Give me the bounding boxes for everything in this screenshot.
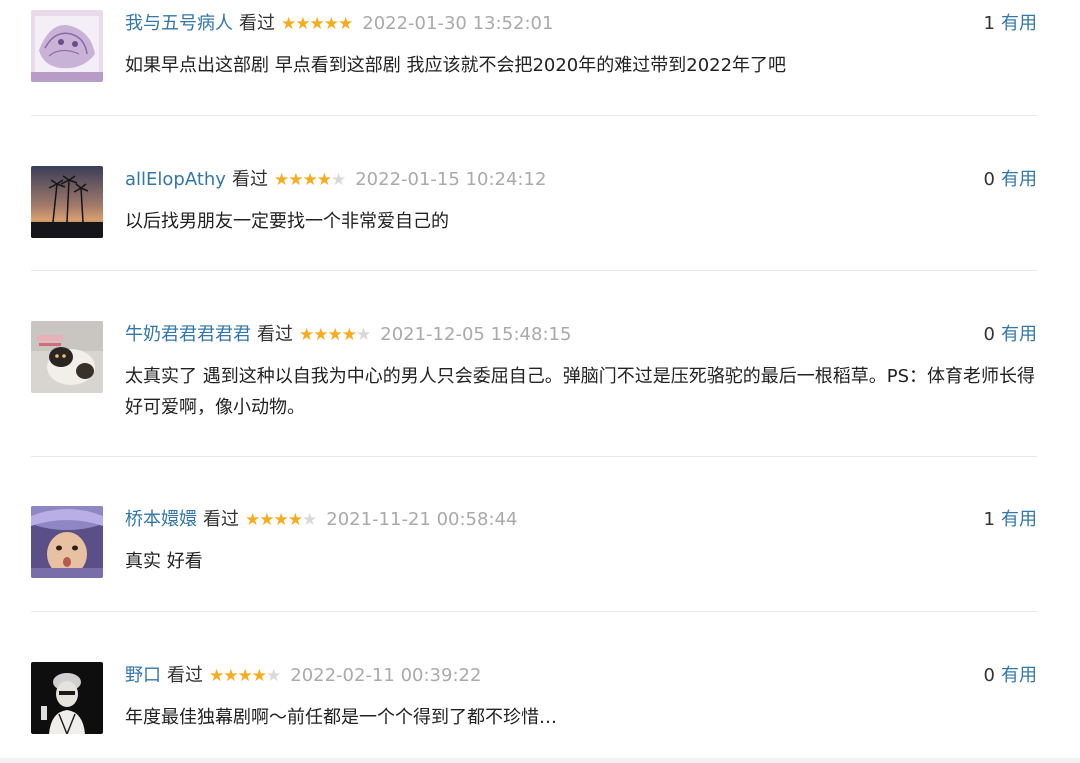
comment-time: 2022-01-30 13:52:01 — [362, 13, 554, 34]
vote-area: 0 有用 — [984, 662, 1037, 690]
vote-count: 0 — [983, 665, 995, 686]
star-filled-icon: ★ — [237, 666, 253, 686]
sketch-avatar-icon[interactable] — [31, 10, 103, 82]
star-filled-icon: ★ — [302, 170, 317, 190]
comment-time: 2021-12-05 15:48:15 — [380, 324, 572, 345]
star-filled-icon: ★ — [273, 170, 289, 190]
star-filled-icon: ★ — [338, 14, 353, 34]
vote-area: 1 有用 — [984, 10, 1037, 38]
star-filled-icon: ★ — [313, 325, 328, 345]
comment-text: 年度最佳独幕剧啊～前任都是一个个得到了都不珍惜… — [125, 707, 557, 728]
username-link[interactable]: 我与五号病人 — [125, 13, 233, 34]
comment-header: 桥本嬛嬛 看过 ★★★★★ 2021-11-21 00:58:44 — [125, 506, 517, 534]
comment-time: 2021-11-21 00:58:44 — [326, 509, 518, 530]
star-empty-icon: ★ — [356, 325, 371, 345]
star-filled-icon: ★ — [259, 510, 274, 530]
username-link[interactable]: allElopAthy — [125, 169, 226, 190]
star-filled-icon: ★ — [245, 510, 260, 530]
comment-header: 野口 看过 ★★★★★ 2022-02-11 00:39:22 — [125, 662, 481, 690]
star-filled-icon: ★ — [316, 170, 332, 190]
star-empty-icon: ★ — [302, 510, 317, 530]
comment-header: allElopAthy 看过 ★★★★★ 2022-01-15 10:24:12 — [125, 166, 546, 194]
vote-count: 1 — [983, 509, 995, 530]
star-filled-icon: ★ — [273, 510, 289, 530]
comment-text: 真实 好看 — [125, 551, 203, 572]
vote-area: 0 有用 — [984, 166, 1037, 194]
useful-button[interactable]: 有用 — [1001, 169, 1037, 190]
star-filled-icon: ★ — [209, 666, 224, 686]
divider — [31, 611, 1037, 612]
watch-status: 看过 — [167, 665, 203, 686]
username-link[interactable]: 牛奶君君君君君 — [125, 324, 251, 345]
rating-stars: ★★★★★ — [281, 14, 353, 34]
bottom-edge — [0, 758, 1080, 763]
useful-button[interactable]: 有用 — [1001, 324, 1037, 345]
comment-item: 桥本嬛嬛 看过 ★★★★★ 2021-11-21 00:58:44 1 有用 真实 好看 — [31, 506, 1037, 578]
comment-header: 我与五号病人 看过 ★★★★★ 2022-01-30 13:52:01 — [125, 10, 553, 38]
rating-stars: ★★★★★ — [209, 666, 281, 686]
comment-item: 野口 看过 ★★★★★ 2022-02-11 00:39:22 0 有用 年度最佳独幕剧… — [31, 662, 1037, 734]
vote-count: 1 — [983, 13, 995, 34]
comment-item: allElopAthy 看过 ★★★★★ 2022-01-15 10:24:12 0有… — [31, 166, 1037, 238]
rating-stars: ★★★★★ — [299, 325, 371, 345]
vote-count: 0 — [983, 169, 995, 190]
palm-sunset-avatar-icon[interactable] — [31, 166, 103, 238]
rating-stars: ★★★★★ — [245, 510, 317, 530]
useful-button[interactable]: 有用 — [1001, 509, 1037, 530]
star-filled-icon: ★ — [323, 14, 339, 34]
comment-item: 我与五号病人 看过 ★★★★★ 2022-01-30 13:52:01 1 有用 如果早… — [31, 10, 1037, 82]
comment-list: 我与五号病人 看过 ★★★★★ 2022-01-30 13:52:01 1 有用 如果早… — [0, 0, 1080, 763]
star-empty-icon: ★ — [266, 666, 281, 686]
watch-status: 看过 — [257, 324, 293, 345]
star-filled-icon: ★ — [327, 325, 343, 345]
useful-button[interactable]: 有用 — [1001, 13, 1037, 34]
comment-time: 2022-02-11 00:39:22 — [290, 665, 482, 686]
star-filled-icon: ★ — [223, 666, 238, 686]
comment-text: 太真实了 遇到这种以自我为中心的男人只会委屈自己。弹脑门不过是压死骆驼的最后一根… — [125, 366, 1035, 418]
vote-area: 0 有用 — [984, 321, 1037, 349]
divider — [31, 456, 1037, 457]
star-filled-icon: ★ — [281, 14, 296, 34]
comment-text: 如果早点出这部剧 早点看到这部剧 我应该就不会把2020年的难过带到2022年了… — [125, 55, 787, 76]
divider — [31, 270, 1037, 271]
watch-status: 看过 — [239, 13, 275, 34]
cat-avatar-icon[interactable] — [31, 321, 103, 393]
comment-text: 以后找男朋友一定要找一个非常爱自己的 — [125, 211, 449, 232]
face-avatar-icon[interactable] — [31, 506, 103, 578]
rating-stars: ★★★★★ — [273, 170, 346, 190]
divider — [31, 115, 1037, 116]
star-filled-icon: ★ — [341, 325, 357, 345]
star-filled-icon: ★ — [309, 14, 325, 34]
vote-count: 0 — [983, 324, 995, 345]
username-link[interactable]: 野口 — [125, 665, 161, 686]
performer-avatar-icon[interactable] — [31, 662, 103, 734]
comment-time: 2022-01-15 10:24:12 — [355, 169, 547, 190]
useful-button[interactable]: 有用 — [1001, 665, 1037, 686]
star-filled-icon: ★ — [295, 14, 310, 34]
watch-status: 看过 — [203, 509, 239, 530]
watch-status: 看过 — [231, 169, 268, 190]
vote-area: 1 有用 — [984, 506, 1037, 534]
star-filled-icon: ★ — [287, 510, 303, 530]
star-filled-icon: ★ — [299, 325, 314, 345]
comment-item: 牛奶君君君君君 看过 ★★★★★ 2021-12-05 15:48:15 0 有用 太真… — [31, 321, 1037, 431]
username-link[interactable]: 桥本嬛嬛 — [125, 509, 197, 530]
star-filled-icon: ★ — [251, 666, 267, 686]
comment-header: 牛奶君君君君君 看过 ★★★★★ 2021-12-05 15:48:15 — [125, 321, 571, 349]
star-filled-icon: ★ — [288, 170, 303, 190]
star-empty-icon: ★ — [330, 170, 346, 190]
